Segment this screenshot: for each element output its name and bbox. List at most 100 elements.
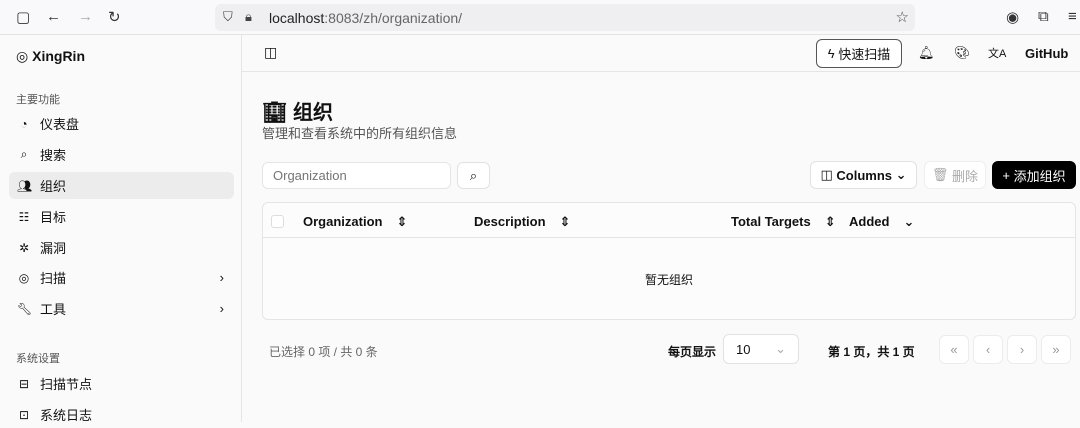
search-input[interactable] <box>262 162 451 189</box>
lock-icon[interactable]: 🔒︎ <box>245 9 252 25</box>
header-label: Total Targets <box>731 214 811 229</box>
columns-icon: ◫ <box>820 167 837 182</box>
translate-icon[interactable]: 文A <box>988 45 1006 61</box>
quick-scan-label: 快速扫描 <box>838 47 891 62</box>
chevron-right-icon: › <box>219 301 224 316</box>
forward-icon[interactable]: → <box>78 8 93 25</box>
sidebar-item-label: 搜索 <box>40 148 67 163</box>
url-host: localhost <box>269 10 325 26</box>
sidebar-item-label: 扫描节点 <box>40 377 93 392</box>
wrench-icon: 🔧︎ <box>17 301 33 316</box>
sidebar-item-label: 组织 <box>40 179 67 194</box>
search-icon: ⌕ <box>469 167 478 183</box>
per-page-select[interactable]: 10 ⌄ <box>723 334 799 364</box>
organization-table: Organization ⇕ Description ⇕ Total Targets… <box>262 202 1076 320</box>
brand[interactable]: ◎ XingRin <box>16 48 85 65</box>
quick-scan-button[interactable]: ϟ 快速扫描 <box>816 39 902 68</box>
terminal-icon: ⊡ <box>18 407 30 422</box>
chevron-down-icon: ⌄ <box>775 341 786 356</box>
search-icon: ⌕ <box>20 147 28 161</box>
sidebar-item-search[interactable]: ⌕ 搜索 <box>9 141 234 168</box>
scan-icon: ◎ <box>18 270 30 285</box>
page-title-text: 组织 <box>292 102 333 124</box>
sidebar-item-scan-nodes[interactable]: ⊟ 扫描节点 <box>9 370 234 397</box>
tab-overview-icon[interactable]: ▢ <box>16 8 30 26</box>
menu-icon[interactable]: ≡ <box>1068 8 1077 25</box>
sort-icon: ⇕ <box>396 214 408 229</box>
dashboard-icon: ◔ <box>20 116 28 131</box>
server-icon: ⊟ <box>18 376 30 391</box>
top-bar: ◫ ϟ 快速扫描 🔔︎ 🎨︎ 文A GitHub <box>242 35 1080 72</box>
bell-icon[interactable]: 🔔︎ <box>918 45 935 61</box>
column-added[interactable]: Added ⌄ <box>849 214 914 230</box>
shield-icon[interactable]: ⛉ <box>223 9 233 25</box>
github-link[interactable]: GitHub <box>1025 46 1068 61</box>
brand-name: XingRin <box>32 48 85 64</box>
sidebar: ◎ XingRin 主要功能 ◔ 仪表盘 ⌕ 搜索 👥︎ 组织 ☷ 目标 ✲ 漏洞 ◎ 扫描… <box>0 35 242 423</box>
page-subtitle: 管理和查看系统中的所有组织信息 <box>262 126 458 141</box>
sidebar-item-scan[interactable]: ◎ 扫描 › <box>9 264 234 291</box>
back-icon[interactable]: ← <box>46 8 61 25</box>
chevron-right-icon: › <box>219 270 224 285</box>
sidebar-item-system-logs[interactable]: ⊡ 系统日志 <box>9 401 234 428</box>
browser-toolbar: ▢ ← → ↻ ⛉ 🔒︎ localhost:8083/zh/organizat… <box>0 0 1080 35</box>
plus-icon: + <box>1002 167 1014 183</box>
sidebar-item-organization[interactable]: 👥︎ 组织 <box>9 172 234 199</box>
url-path: :8083/zh/organization/ <box>324 10 463 26</box>
trash-icon: 🗑︎ <box>931 167 953 182</box>
palette-icon[interactable]: 🎨︎ <box>954 45 971 61</box>
last-page-button[interactable]: » <box>1041 335 1071 364</box>
columns-label: Columns <box>836 167 892 183</box>
sidebar-item-label: 扫描 <box>40 271 67 286</box>
sort-icon: ⇕ <box>824 214 836 229</box>
section-main: 主要功能 <box>16 94 60 106</box>
users-icon: 👥︎ <box>17 178 33 193</box>
add-organization-button[interactable]: + 添加组织 <box>992 161 1076 189</box>
page-title: 🏢︎ 组织 <box>262 96 333 125</box>
sort-icon: ⇕ <box>559 214 571 229</box>
header-label: Organization <box>303 214 383 229</box>
empty-message: 暂无组织 <box>644 273 693 287</box>
sidebar-item-label: 工具 <box>40 302 67 317</box>
chevron-down-icon: ⌄ <box>892 167 907 182</box>
selection-count: 已选择 0 项 / 共 0 条 <box>269 345 378 359</box>
per-page-value: 10 <box>736 341 751 357</box>
bookmark-star-icon[interactable]: ☆ <box>896 8 909 26</box>
delete-label: 删除 <box>952 168 979 184</box>
sidebar-toggle-icon[interactable]: ◫ <box>264 44 277 61</box>
column-organization[interactable]: Organization ⇕ <box>303 214 407 230</box>
columns-button[interactable]: ◫ Columns ⌄ <box>810 161 917 189</box>
extensions-icon[interactable]: ⧉ <box>1038 8 1049 25</box>
logo-icon: ◎ <box>16 48 29 64</box>
address-bar[interactable]: ⛉ 🔒︎ localhost:8083/zh/organization/ ☆ <box>215 4 915 31</box>
reload-icon[interactable]: ↻ <box>108 8 121 26</box>
section-settings: 系统设置 <box>16 353 60 365</box>
first-page-button[interactable]: « <box>939 335 969 364</box>
sidebar-item-label: 漏洞 <box>40 241 67 256</box>
sidebar-item-targets[interactable]: ☷ 目标 <box>9 203 234 230</box>
header-label: Description <box>474 214 546 229</box>
sidebar-item-label: 目标 <box>40 210 67 225</box>
sidebar-item-vulnerabilities[interactable]: ✲ 漏洞 <box>9 234 234 261</box>
column-total-targets[interactable]: Total Targets ⇕ <box>731 214 836 230</box>
chevron-down-icon: ⌄ <box>903 214 915 229</box>
page-info: 第 1 页，共 1 页 <box>828 345 915 359</box>
search-button[interactable]: ⌕ <box>457 162 490 189</box>
lightning-icon: ϟ <box>827 46 839 61</box>
account-icon[interactable]: ◉ <box>1006 8 1019 26</box>
prev-page-button[interactable]: ‹ <box>973 335 1003 364</box>
select-all-checkbox[interactable] <box>271 215 284 228</box>
sidebar-item-dashboard[interactable]: ◔ 仪表盘 <box>9 110 234 137</box>
sidebar-item-tools[interactable]: 🔧︎ 工具 › <box>9 295 234 322</box>
sidebar-item-label: 仪表盘 <box>40 117 80 132</box>
header-label: Added <box>849 214 890 229</box>
list-icon: ☷ <box>18 209 30 224</box>
next-page-button[interactable]: › <box>1007 335 1037 364</box>
add-label: 添加组织 <box>1013 168 1066 184</box>
bug-icon: ✲ <box>18 240 30 255</box>
column-description[interactable]: Description ⇕ <box>474 214 570 230</box>
sidebar-item-label: 系统日志 <box>40 408 93 423</box>
per-page-label: 每页显示 <box>668 345 717 359</box>
building-icon: 🏢︎ <box>262 102 288 124</box>
delete-button[interactable]: 🗑︎ 删除 <box>924 161 986 189</box>
